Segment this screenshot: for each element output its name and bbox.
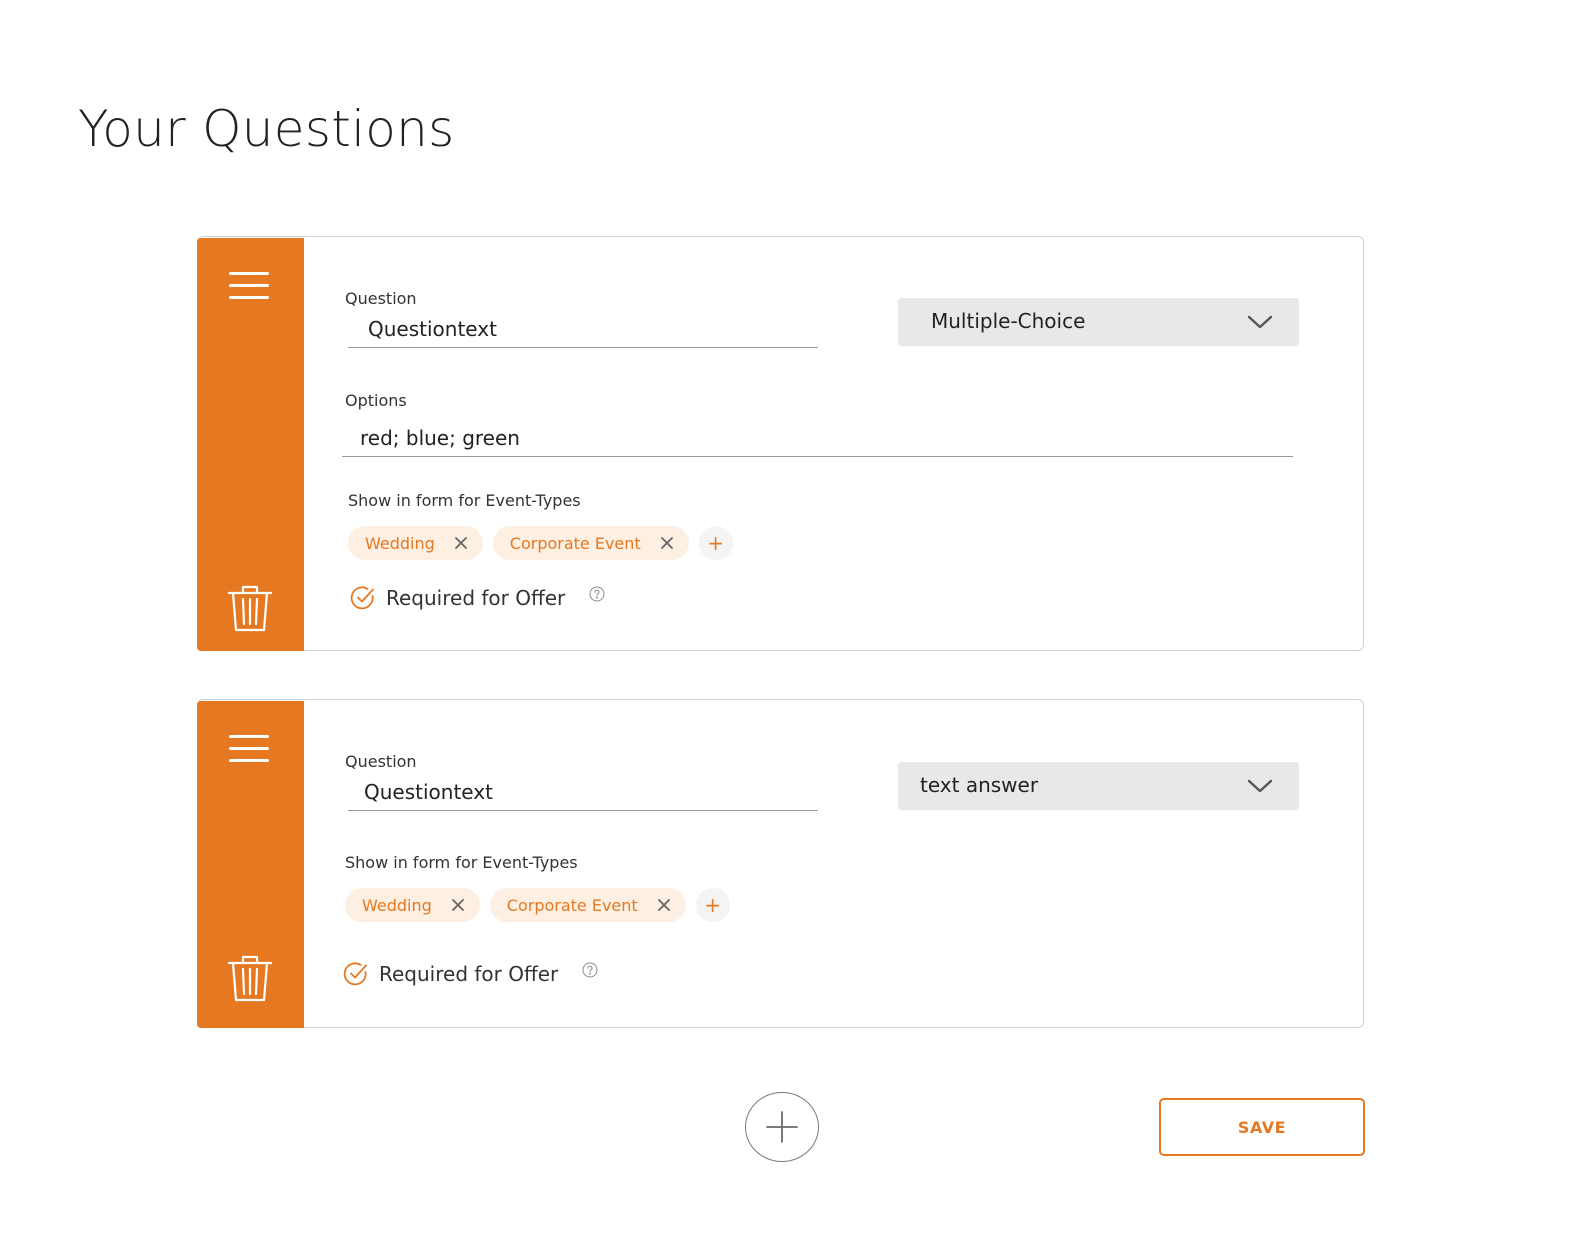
close-icon[interactable]: [450, 897, 466, 913]
event-type-chip: Corporate Event: [492, 526, 689, 560]
chevron-down-icon: [1247, 315, 1273, 329]
drag-handle-icon[interactable]: [229, 272, 269, 300]
save-button[interactable]: SAVE: [1159, 1098, 1365, 1156]
answer-type-value: text answer: [920, 773, 1039, 797]
help-icon[interactable]: [589, 586, 605, 602]
add-event-type-button[interactable]: +: [698, 526, 733, 560]
close-icon[interactable]: [656, 897, 672, 913]
options-label: Options: [345, 391, 407, 410]
question-input[interactable]: [348, 778, 818, 811]
required-for-offer-row: Required for Offer: [343, 961, 598, 987]
event-type-chips: Wedding Corporate Event +: [348, 526, 733, 560]
page-title: Your Questions: [78, 100, 455, 158]
question-card-sidebar: [197, 238, 304, 651]
chip-label: Corporate Event: [506, 895, 638, 915]
event-type-chip: Wedding: [345, 888, 480, 922]
required-for-offer-label: Required for Offer: [379, 962, 559, 986]
question-label: Question: [345, 752, 417, 771]
trash-icon[interactable]: [227, 954, 273, 1002]
drag-handle-icon[interactable]: [229, 735, 269, 763]
add-question-button[interactable]: [745, 1092, 819, 1162]
chip-label: Corporate Event: [509, 533, 641, 553]
chevron-down-icon: [1247, 779, 1273, 793]
event-types-label: Show in form for Event-Types: [345, 853, 578, 872]
check-circle-icon[interactable]: [343, 961, 369, 987]
question-card: Question text answer Show in form for Ev…: [197, 699, 1364, 1028]
close-icon[interactable]: [659, 535, 675, 551]
chip-label: Wedding: [362, 895, 432, 915]
event-type-chip: Corporate Event: [489, 888, 686, 922]
trash-icon[interactable]: [227, 584, 273, 632]
question-label: Question: [345, 289, 417, 308]
options-input[interactable]: [342, 423, 1293, 457]
add-event-type-button[interactable]: +: [695, 888, 730, 922]
required-for-offer-row: Required for Offer: [350, 585, 605, 611]
help-icon[interactable]: [582, 962, 598, 978]
required-for-offer-label: Required for Offer: [386, 586, 566, 610]
question-card-sidebar: [197, 701, 304, 1028]
answer-type-select[interactable]: Multiple-Choice: [898, 298, 1299, 346]
event-type-chips: Wedding Corporate Event +: [345, 888, 730, 922]
question-input[interactable]: [348, 315, 818, 348]
plus-icon: [766, 1111, 798, 1143]
answer-type-select[interactable]: text answer: [898, 762, 1299, 810]
question-card: Question Multiple-Choice Options Show in…: [197, 236, 1364, 651]
close-icon[interactable]: [453, 535, 469, 551]
check-circle-icon[interactable]: [350, 585, 376, 611]
chip-label: Wedding: [365, 533, 435, 553]
event-types-label: Show in form for Event-Types: [348, 491, 581, 510]
answer-type-value: Multiple-Choice: [931, 309, 1086, 333]
event-type-chip: Wedding: [348, 526, 483, 560]
